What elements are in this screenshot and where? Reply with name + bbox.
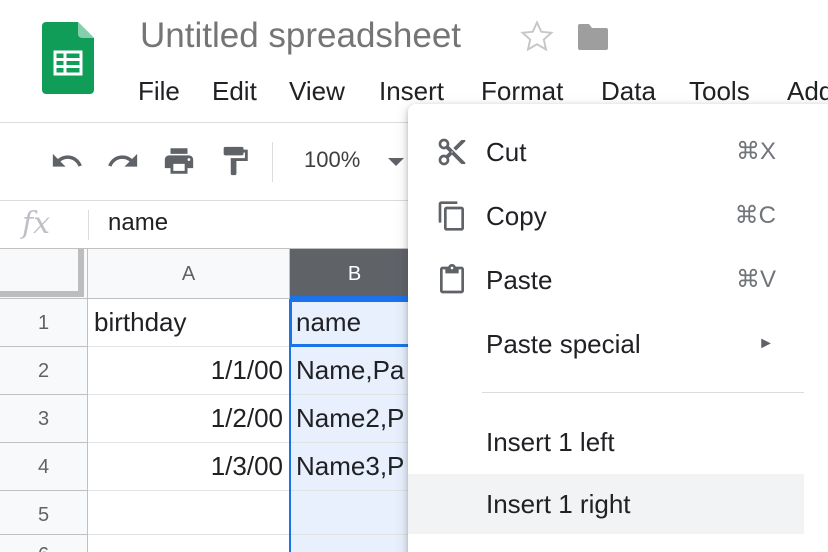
frozen-column-handle[interactable]: [78, 249, 84, 295]
row-header[interactable]: 3: [0, 395, 88, 443]
cell-b6[interactable]: [290, 535, 420, 552]
menu-item-paste[interactable]: Paste ⌘V: [408, 250, 804, 310]
row-header[interactable]: 1: [0, 299, 88, 347]
cell-a2[interactable]: 1/1/00: [88, 347, 290, 395]
cell-a5[interactable]: [88, 491, 290, 535]
chevron-down-icon[interactable]: [388, 158, 404, 166]
menu-item-shortcut: ⌘X: [735, 138, 776, 165]
undo-icon[interactable]: [50, 144, 84, 178]
formula-input[interactable]: name: [108, 208, 168, 238]
menu-item-paste-special[interactable]: Paste special ►: [408, 314, 804, 374]
cell-b1[interactable]: name: [290, 299, 420, 347]
formula-separator: [88, 210, 89, 240]
scissors-icon: [436, 136, 468, 168]
menu-item-label: Cut: [486, 137, 527, 167]
menu-edit[interactable]: Edit: [212, 72, 257, 110]
clipboard-icon: [436, 264, 468, 296]
menu-item-label: Paste special: [486, 329, 641, 359]
paint-format-icon[interactable]: [218, 144, 252, 178]
toolbar-separator: [272, 142, 273, 182]
column-header-b[interactable]: B: [290, 249, 420, 299]
menu-divider: [482, 392, 804, 393]
menu-item-label: Copy: [486, 201, 547, 231]
zoom-select[interactable]: 100%: [304, 146, 360, 174]
redo-icon[interactable]: [106, 144, 140, 178]
frozen-row-handle[interactable]: [0, 291, 84, 297]
cell-a3[interactable]: 1/2/00: [88, 395, 290, 443]
menu-file[interactable]: File: [138, 72, 180, 110]
menu-item-insert-left[interactable]: Insert 1 left: [408, 412, 804, 472]
menu-item-shortcut: ⌘V: [735, 266, 776, 293]
menu-item-label: Insert 1 left: [486, 427, 615, 457]
submenu-arrow-icon: ►: [758, 335, 774, 352]
cell-b3[interactable]: Name2,P: [290, 395, 420, 443]
menu-item-insert-right[interactable]: Insert 1 right: [408, 474, 804, 534]
cell-b4[interactable]: Name3,P: [290, 443, 420, 491]
folder-icon[interactable]: [576, 22, 610, 52]
print-icon[interactable]: [162, 144, 196, 178]
copy-icon: [436, 200, 468, 232]
row-header[interactable]: 4: [0, 443, 88, 491]
cell-b5[interactable]: [290, 491, 420, 535]
row-header[interactable]: 2: [0, 347, 88, 395]
document-title[interactable]: Untitled spreadsheet: [140, 14, 461, 58]
selection-border: [289, 299, 291, 552]
row-header[interactable]: 5: [0, 491, 88, 535]
menu-item-shortcut: ⌘C: [734, 202, 776, 229]
menu-item-label: Insert 1 right: [486, 489, 631, 519]
menu-item-copy[interactable]: Copy ⌘C: [408, 186, 804, 246]
row-header[interactable]: 6: [0, 535, 88, 552]
menu-item-cut[interactable]: Cut ⌘X: [408, 122, 804, 182]
star-icon[interactable]: [518, 18, 556, 56]
cell-a1[interactable]: birthday: [88, 299, 290, 347]
fx-icon: fx: [22, 206, 51, 241]
cell-a4[interactable]: 1/3/00: [88, 443, 290, 491]
menu-item-label: Paste: [486, 265, 553, 295]
menu-view[interactable]: View: [289, 72, 345, 110]
cell-a6[interactable]: [88, 535, 290, 552]
context-menu: Cut ⌘X Copy ⌘C Paste ⌘V Paste special ► …: [408, 104, 828, 552]
column-header-a[interactable]: A: [88, 249, 290, 299]
cell-b2[interactable]: Name,Pa: [290, 347, 420, 395]
